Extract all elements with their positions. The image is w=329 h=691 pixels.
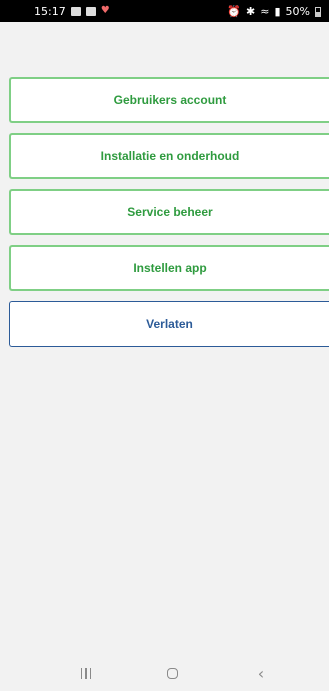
status-left: 15:17 [34, 5, 110, 19]
home-icon[interactable] [157, 663, 187, 683]
recent-apps-icon[interactable] [71, 663, 101, 683]
back-icon[interactable]: ‹ [246, 663, 276, 683]
service-management-button[interactable]: Service beheer [9, 189, 329, 235]
user-account-button[interactable]: Gebruikers account [9, 77, 329, 123]
status-right: ⏰ ✱ ≈ ▮ 50% [227, 5, 321, 18]
app-settings-button[interactable]: Instellen app [9, 245, 329, 291]
status-time: 15:17 [34, 5, 66, 18]
heart-icon [101, 5, 110, 16]
main-menu: Gebruikers account Installatie en onderh… [9, 77, 329, 357]
signal-icon: ▮ [274, 5, 281, 18]
alarm-icon: ⏰ [227, 5, 242, 18]
battery-icon [315, 6, 321, 17]
exit-button[interactable]: Verlaten [9, 301, 329, 347]
photo-icon [70, 7, 81, 16]
gallery-icon [85, 7, 96, 16]
battery-percent: 50% [285, 5, 310, 18]
navigation-bar: ‹ [0, 655, 329, 691]
status-bar: 15:17 ⏰ ✱ ≈ ▮ 50% [0, 0, 329, 22]
installation-maintenance-button[interactable]: Installatie en onderhoud [9, 133, 329, 179]
bluetooth-icon: ✱ [246, 5, 256, 18]
wifi-icon: ≈ [260, 5, 270, 18]
